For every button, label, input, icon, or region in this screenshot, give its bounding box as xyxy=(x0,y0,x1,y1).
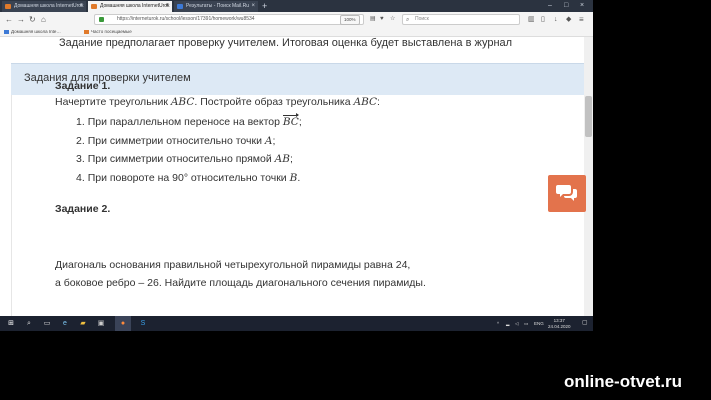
downloads-icon[interactable]: ↓ xyxy=(554,12,558,27)
item-end: ; xyxy=(272,134,276,147)
desc-text: . Постройте образ треугольника xyxy=(194,96,351,108)
bookmark-star-icon[interactable]: ☆ xyxy=(390,12,395,27)
sidebar-icon[interactable]: ▯ xyxy=(541,12,545,27)
watermark: online-otvet.ru xyxy=(564,372,683,391)
pocket-icon[interactable]: ♥ xyxy=(380,12,384,27)
bookmark-label: Домашняя школа Inte… xyxy=(11,29,61,34)
task-view-icon[interactable]: ▭ xyxy=(40,316,54,331)
tab-2[interactable]: Домашняя школа InternetUrok × xyxy=(88,1,172,12)
item-text: При повороте на 90° относительно точки xyxy=(87,171,287,184)
lock-icon xyxy=(99,17,104,22)
task2-line2: а боковое ребро – 26. Найдите площадь ди… xyxy=(55,277,426,289)
item-end: ; xyxy=(289,153,293,165)
site-icon xyxy=(91,4,97,9)
task1-list: 1. При параллельном переносе на вектор B… xyxy=(76,113,302,191)
tab-label: Домашняя школа InternetUrok xyxy=(100,3,170,9)
window-close-icon[interactable]: × xyxy=(580,0,584,12)
network-icon[interactable]: ▂ xyxy=(506,316,509,331)
task1-title: Задание 1. xyxy=(55,80,111,92)
list-item: 2. При симметрии относительно точки A; xyxy=(76,135,302,154)
site-icon xyxy=(5,4,11,9)
task2-line1: Диагональ основания правильной четырехуг… xyxy=(55,259,411,271)
explorer-icon[interactable]: ▰ xyxy=(76,316,90,331)
url-text: https://interneturok.ru/school/lesson/17… xyxy=(117,16,255,22)
list-item: 3. При симметрии относительно прямой AB; xyxy=(76,153,302,172)
clock-date: 24.04.2020 xyxy=(548,323,571,329)
bookmark-item[interactable]: Домашняя школа Inte… xyxy=(4,27,61,36)
close-icon[interactable]: × xyxy=(251,1,255,12)
task1-description: Начертите треугольник ABC. Постройте обр… xyxy=(55,96,380,108)
tray-up-icon[interactable]: ^ xyxy=(497,316,499,331)
chat-icon xyxy=(556,185,577,201)
item-number: 3. xyxy=(76,153,85,165)
reload-icon[interactable]: ↻ xyxy=(29,12,36,27)
search-placeholder: Поиск xyxy=(415,16,429,22)
site-icon xyxy=(177,4,183,9)
clock[interactable]: 13:37 24.04.2020 xyxy=(548,318,571,329)
list-item: 1. При параллельном переносе на вектор B… xyxy=(76,113,302,135)
tab-label: Домашняя школа InternetUrok xyxy=(14,3,84,9)
desc-text: : xyxy=(377,96,380,108)
math-triangle: ABC xyxy=(353,96,378,108)
home-icon[interactable]: ⌂ xyxy=(41,12,46,27)
nav-bar: ← → ↻ ⌂ https://interneturok.ru/school/l… xyxy=(0,12,593,28)
item-text: При параллельном переносе на вектор xyxy=(87,116,280,128)
bookmarks-bar: Домашняя школа Inte… Часто посещаемые xyxy=(0,27,593,37)
edge-icon[interactable]: e xyxy=(58,316,72,331)
tab-3[interactable]: Результаты - Поиск Mail.Ru × xyxy=(174,1,258,12)
maximize-icon[interactable]: □ xyxy=(564,0,568,12)
reader-icon[interactable]: ▤ xyxy=(370,12,376,27)
item-end: . xyxy=(297,171,301,184)
task2-title: Задание 2. xyxy=(55,203,111,215)
item-number: 4. xyxy=(76,171,85,184)
search-input[interactable]: ⌕ Поиск xyxy=(402,14,520,25)
bookmark-item[interactable]: Часто посещаемые xyxy=(84,27,132,36)
desc-text: Начертите треугольник xyxy=(55,96,168,108)
volume-icon[interactable]: ◁ xyxy=(515,316,518,331)
list-item: 4. При повороте на 90° относительно точк… xyxy=(76,172,302,191)
bookmark-label: Часто посещаемые xyxy=(91,29,132,34)
screen: Домашняя школа InternetUrok × Домашняя ш… xyxy=(0,0,593,331)
bookmark-icon xyxy=(4,29,9,34)
tab-bar: Домашняя школа InternetUrok × Домашняя ш… xyxy=(0,0,593,12)
close-icon[interactable]: × xyxy=(79,1,83,12)
bookmark-icon xyxy=(84,29,89,34)
scrollbar-thumb[interactable] xyxy=(585,96,592,137)
new-tab-icon[interactable]: + xyxy=(262,0,267,12)
item-text: При симметрии относительно прямой xyxy=(87,153,272,165)
tab-label: Результаты - Поиск Mail.Ru xyxy=(186,3,249,9)
library-icon[interactable]: ▥ xyxy=(528,12,535,27)
back-icon[interactable]: ← xyxy=(5,12,13,27)
math-line: AB xyxy=(274,153,290,165)
skype-icon[interactable]: S xyxy=(136,316,150,331)
taskbar: ⊞ ⌕ ▭ e ▰ ▣ ● S ^ ▂ ◁ ▭ ENG 13:37 24.04.… xyxy=(0,316,593,331)
search-icon: ⌕ xyxy=(406,17,410,23)
item-text: При симметрии относительно точки xyxy=(87,134,262,147)
extension-icon[interactable]: ◆ xyxy=(566,12,571,27)
battery-icon[interactable]: ▭ xyxy=(524,316,528,331)
math-triangle: ABC xyxy=(170,96,195,108)
vector-bc: BC xyxy=(282,113,299,128)
item-number: 1. xyxy=(76,116,85,128)
search-icon[interactable]: ⌕ xyxy=(22,316,36,331)
forward-icon[interactable]: → xyxy=(17,12,25,27)
teacher-check-notice: Задание предполагает проверку учителем. … xyxy=(59,37,513,49)
item-end: ; xyxy=(298,116,302,128)
close-icon[interactable]: × xyxy=(165,1,169,12)
item-number: 2. xyxy=(76,134,85,147)
tab-1[interactable]: Домашняя школа InternetUrok × xyxy=(2,1,86,12)
notifications-icon[interactable]: ▢ xyxy=(582,316,588,331)
language-indicator[interactable]: ENG xyxy=(534,316,544,331)
zoom-indicator[interactable]: 100% xyxy=(340,15,360,25)
url-bar[interactable]: https://interneturok.ru/school/lesson/17… xyxy=(94,14,364,25)
store-icon[interactable]: ▣ xyxy=(94,316,108,331)
minimize-icon[interactable]: – xyxy=(548,0,552,12)
chat-button[interactable] xyxy=(548,175,586,212)
windows-start-icon[interactable]: ⊞ xyxy=(4,316,18,331)
firefox-icon[interactable]: ● xyxy=(115,316,131,331)
menu-icon[interactable]: ≡ xyxy=(579,12,584,27)
